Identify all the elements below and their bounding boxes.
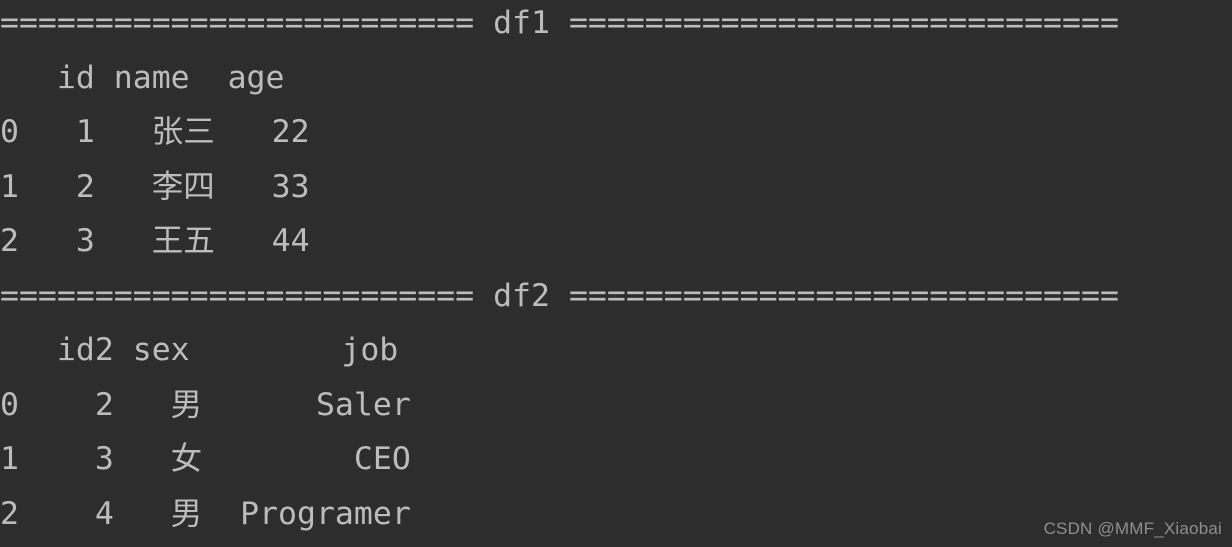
df2-data-row-1: 1 3 女 CEO — [0, 441, 411, 477]
separator-line-df2: ========================= df2 ==========… — [0, 277, 1119, 314]
df1-header-row: id name age — [0, 59, 285, 96]
watermark-text: CSDN @MMF_Xiaobai — [1043, 519, 1222, 538]
terminal-window: ========================= df1 ==========… — [0, 0, 1232, 547]
console-output: ========================= df1 ==========… — [0, 0, 1119, 541]
df1-data-row-2: 2 3 王五 44 — [0, 223, 310, 259]
df2-data-row-0: 0 2 男 Saler — [0, 386, 411, 423]
df2-data-row-2: 2 4 男 Programer — [0, 495, 411, 532]
separator-line-df1: ========================= df1 ==========… — [0, 5, 1119, 41]
df2-header-row: id2 sex job — [0, 332, 399, 368]
df1-data-row-0: 0 1 张三 22 — [0, 114, 310, 150]
df1-data-row-1: 1 2 李四 33 — [0, 168, 310, 205]
